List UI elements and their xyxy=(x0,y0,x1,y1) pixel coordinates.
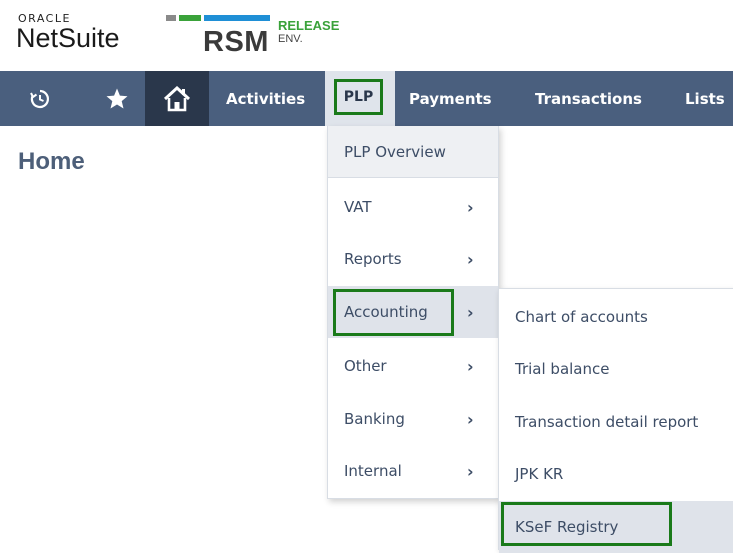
nav-lists[interactable]: Lists xyxy=(685,71,725,126)
nav-transactions[interactable]: Transactions xyxy=(535,71,642,126)
home-icon[interactable] xyxy=(145,71,209,126)
chevron-right-icon: › xyxy=(467,249,474,269)
accounting-highlight-box xyxy=(333,289,454,336)
menu-item-plp-overview[interactable]: PLP Overview xyxy=(328,126,498,178)
env-label: ENV. xyxy=(278,33,303,45)
menu-item-label: Other xyxy=(344,357,387,375)
star-icon[interactable] xyxy=(97,71,137,126)
nav-plp[interactable]: PLP xyxy=(334,79,383,115)
release-label: RELEASE xyxy=(278,18,340,33)
rsm-logo-bars xyxy=(166,15,270,21)
menu-item-vat[interactable]: VAT › xyxy=(328,181,498,233)
submenu-item-transaction-detail-report[interactable]: Transaction detail report xyxy=(499,396,733,448)
submenu-item-jpk-kr[interactable]: JPK KR xyxy=(499,448,733,500)
chevron-right-icon: › xyxy=(467,409,474,429)
chevron-right-icon: › xyxy=(467,461,474,481)
menu-item-label: Internal xyxy=(344,462,402,480)
menu-item-other[interactable]: Other › xyxy=(328,340,498,392)
chevron-right-icon: › xyxy=(467,302,474,322)
nav-payments[interactable]: Payments xyxy=(409,71,492,126)
netsuite-logo[interactable]: NetSuite xyxy=(16,23,120,54)
nav-activities[interactable]: Activities xyxy=(226,71,305,126)
app-header: ORACLE NetSuite RSM RELEASE ENV. xyxy=(0,0,733,71)
submenu-item-label: Chart of accounts xyxy=(515,308,648,326)
submenu-item-label: JPK KR xyxy=(515,465,564,483)
menu-item-label: VAT xyxy=(344,198,372,216)
submenu-item-label: Trial balance xyxy=(515,360,610,378)
submenu-item-trial-balance[interactable]: Trial balance xyxy=(499,343,733,395)
submenu-item-label: Transaction detail report xyxy=(515,413,699,431)
chevron-right-icon: › xyxy=(467,356,474,376)
chevron-right-icon: › xyxy=(467,197,474,217)
submenu-item-chart-of-accounts[interactable]: Chart of accounts xyxy=(499,291,733,343)
menu-item-internal[interactable]: Internal › xyxy=(328,445,498,497)
ksef-highlight-box xyxy=(501,502,672,546)
menu-item-reports[interactable]: Reports › xyxy=(328,233,498,285)
rsm-logo-text: RSM xyxy=(203,26,269,58)
menu-item-label: Reports xyxy=(344,250,402,268)
menu-item-label: PLP Overview xyxy=(344,142,446,161)
menu-item-banking[interactable]: Banking › xyxy=(328,393,498,445)
history-icon[interactable] xyxy=(20,71,60,126)
page-title: Home xyxy=(18,148,85,175)
menu-item-label: Banking xyxy=(344,410,405,428)
